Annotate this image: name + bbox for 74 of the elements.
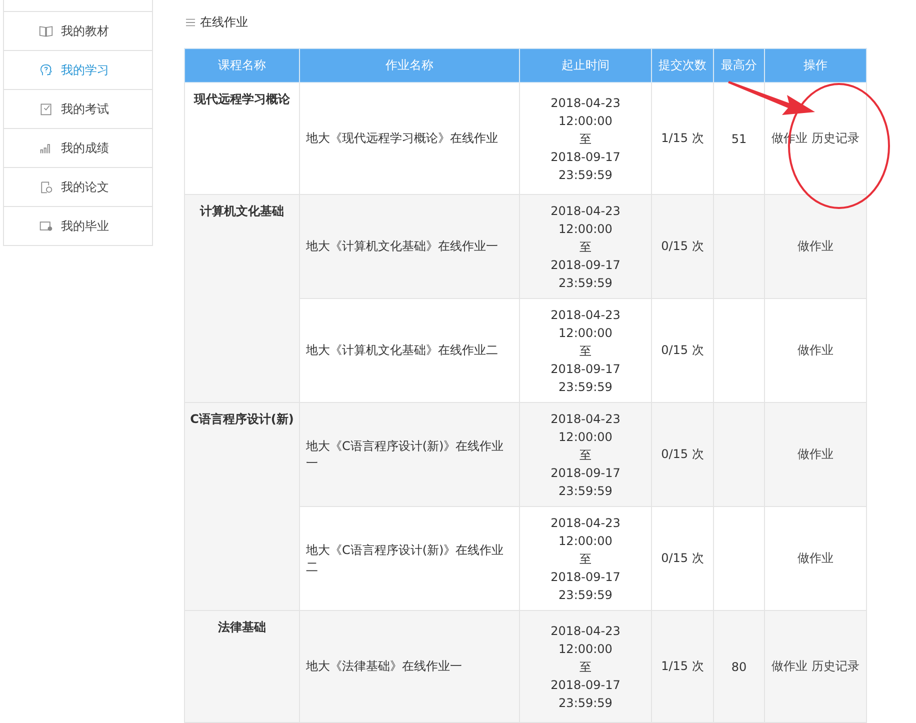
period-text: 2018-09-17	[550, 360, 622, 378]
submissions-cell: 0/15 次	[652, 298, 714, 402]
period-text: 2018-09-17	[550, 676, 622, 694]
period-text: 2018-04-23	[550, 94, 622, 112]
period-text: 12:00:00	[558, 112, 614, 130]
course-name-cell: 法律基础	[184, 610, 300, 722]
period-text: 2018-04-23	[550, 622, 622, 640]
period-text: 12:00:00	[558, 640, 614, 658]
period-text: 23:59:59	[558, 274, 614, 292]
period-text: 2018-04-23	[550, 306, 622, 324]
course-name-cell: C语言程序设计(新)	[184, 402, 300, 610]
head-icon	[39, 63, 53, 77]
list-icon	[186, 18, 195, 26]
period-text: 23:59:59	[558, 694, 614, 712]
bar-chart-icon	[39, 141, 53, 155]
certificate-icon	[39, 219, 53, 233]
period-text: 至	[578, 658, 592, 676]
sidebar-item[interactable]: 我的教材	[4, 12, 152, 51]
action-link[interactable]: 做作业	[798, 551, 834, 565]
column-header: 最高分	[714, 48, 764, 82]
assignment-name-cell: 地大《计算机文化基础》在线作业一	[300, 194, 520, 298]
period-text: 23:59:59	[558, 166, 614, 184]
action-link[interactable]: 做作业	[798, 239, 834, 253]
submissions-cell: 1/15 次	[652, 82, 714, 194]
period-text: 12:00:00	[558, 324, 614, 342]
period-text: 12:00:00	[558, 532, 614, 550]
sidebar-item[interactable]: 我的论文	[4, 168, 152, 207]
book-icon	[39, 24, 53, 38]
period-text: 2018-04-23	[550, 514, 622, 532]
period-text: 23:59:59	[558, 378, 614, 396]
checklist-icon	[39, 102, 53, 116]
period-text: 2018-09-17	[550, 464, 622, 482]
section-title: 在线作业	[200, 14, 248, 30]
sidebar-item[interactable]: 我的成绩	[4, 129, 152, 168]
period-text: 至	[578, 238, 592, 256]
column-header: 课程名称	[184, 48, 300, 82]
period-text: 至	[578, 550, 592, 568]
column-header: 提交次数	[652, 48, 714, 82]
action-link[interactable]: 做作业	[772, 659, 808, 673]
course-name-cell: 计算机文化基础	[184, 194, 300, 402]
course-name-cell: 现代远程学习概论	[184, 82, 300, 194]
period-text: 23:59:59	[558, 482, 614, 500]
period-text: 2018-09-17	[550, 568, 622, 586]
period-text: 12:00:00	[558, 220, 614, 238]
period-text: 2018-09-17	[550, 148, 622, 166]
column-header: 操作	[764, 48, 866, 82]
submissions-cell: 0/15 次	[652, 402, 714, 506]
assignment-name-cell: 地大《现代远程学习概论》在线作业	[300, 82, 520, 194]
action-link[interactable]: 历史记录	[812, 659, 860, 673]
column-header: 起止时间	[520, 48, 652, 82]
period-text: 2018-04-23	[550, 202, 622, 220]
period-text: 至	[578, 446, 592, 464]
sidebar-item[interactable]: 我的考试	[4, 90, 152, 129]
assignment-name-cell: 地大《法律基础》在线作业一	[300, 610, 520, 722]
action-link[interactable]: 做作业	[798, 343, 834, 357]
sidebar-item[interactable]: 我的毕业	[4, 207, 152, 245]
period-text: 23:59:59	[558, 586, 614, 604]
assignment-name-cell: 地大《计算机文化基础》在线作业二	[300, 298, 520, 402]
assignment-name-cell: 地大《C语言程序设计(新)》在线作业一	[300, 402, 520, 506]
score-cell: 80	[714, 610, 764, 722]
document-icon	[39, 180, 53, 194]
period-text: 2018-09-17	[550, 256, 622, 274]
period-text: 2018-04-23	[550, 410, 622, 428]
period-text: 至	[578, 342, 592, 360]
score-cell: 51	[714, 82, 764, 194]
assignment-name-cell: 地大《C语言程序设计(新)》在线作业二	[300, 506, 520, 610]
submissions-cell: 1/15 次	[652, 610, 714, 722]
period-text: 12:00:00	[558, 428, 614, 446]
period-text: 至	[578, 130, 592, 148]
column-header: 作业名称	[300, 48, 520, 82]
submissions-cell: 0/15 次	[652, 506, 714, 610]
action-link[interactable]: 做作业	[798, 447, 834, 461]
submissions-cell: 0/15 次	[652, 194, 714, 298]
action-link[interactable]: 历史记录	[812, 131, 860, 145]
